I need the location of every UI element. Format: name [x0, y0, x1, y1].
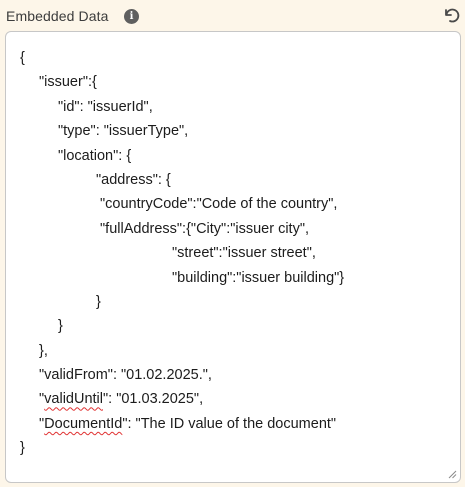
- code-line: },: [39, 342, 48, 359]
- json-content: { "issuer":{ "id": "issuerId", "type": "iss…: [20, 46, 344, 461]
- panel-title: Embedded Data: [6, 8, 109, 24]
- code-line: {: [20, 50, 25, 66]
- code-line: }: [58, 318, 63, 335]
- spellcheck-error[interactable]: DocumentId: [44, 416, 122, 432]
- code-line: "validUntil": "01.03.2025",: [20, 387, 344, 411]
- code-line: }: [20, 440, 25, 457]
- code-line: "fullAddress":{"City":"issuer city",: [96, 220, 309, 237]
- code-line-text: ": "The ID value of the document": [122, 415, 337, 432]
- code-line: "building":"issuer building"}: [172, 269, 345, 286]
- embedded-data-textarea[interactable]: { "issuer":{ "id": "issuerId", "type": "iss…: [5, 31, 461, 483]
- code-line: "issuer":{: [39, 74, 97, 91]
- code-line: "street":"issuer street",: [172, 245, 316, 262]
- undo-icon[interactable]: [442, 6, 460, 24]
- embedded-data-panel: Embedded Data i { "issuer":{ "id": "issuer…: [0, 0, 465, 487]
- code-line: "id": "issuerId",: [58, 98, 153, 115]
- info-icon[interactable]: i: [124, 9, 139, 24]
- code-line: "countryCode":"Code of the country",: [96, 196, 338, 213]
- spellcheck-error[interactable]: validUntil: [44, 391, 103, 407]
- code-line: }: [96, 293, 101, 310]
- code-line: "DocumentId": "The ID value of the docum…: [20, 412, 344, 436]
- code-line-text: ": "01.03.2025",: [103, 391, 204, 408]
- code-line: "validFrom": "01.02.2025.",: [39, 367, 212, 384]
- code-line: "location": {: [58, 147, 132, 164]
- code-line: "address": {: [96, 171, 171, 188]
- resize-handle-icon[interactable]: [447, 469, 457, 479]
- panel-header: Embedded Data i: [0, 0, 465, 32]
- code-line: "type": "issuerType",: [58, 123, 189, 140]
